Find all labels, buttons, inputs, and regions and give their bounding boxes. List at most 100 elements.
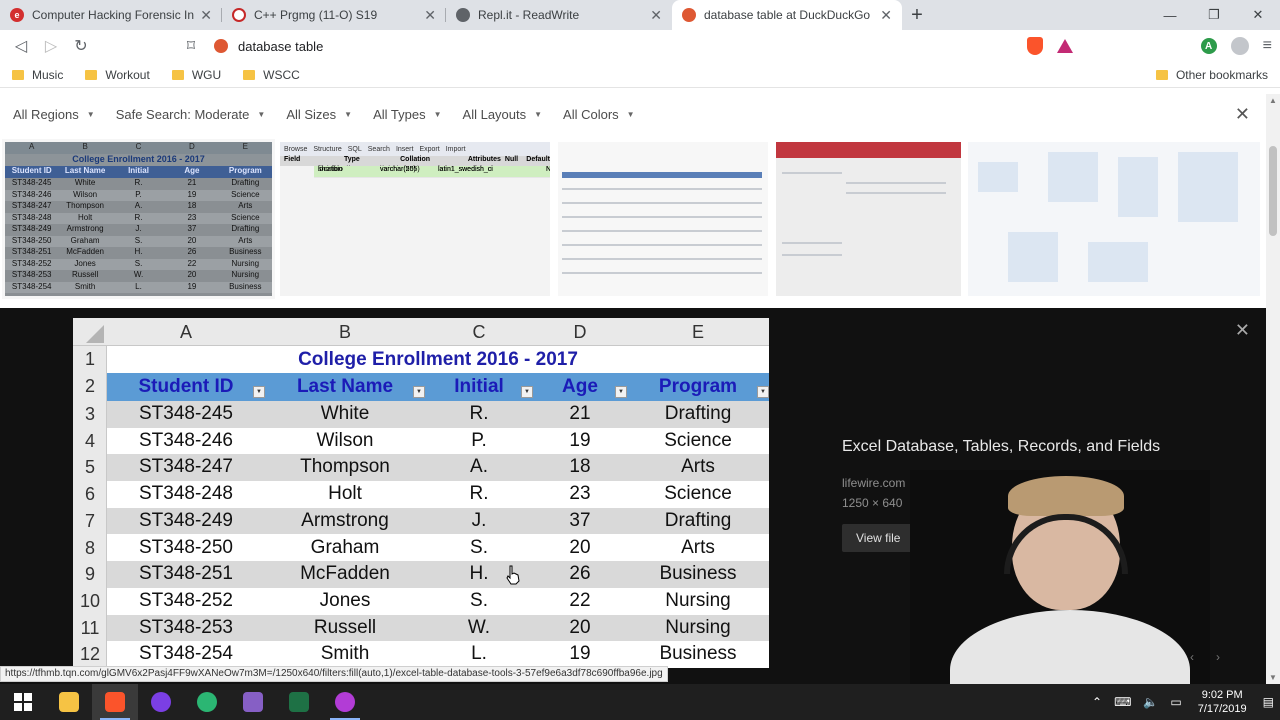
clock[interactable]: 9:02 PM 7/17/2019 xyxy=(1198,688,1247,716)
tray-chevron-icon[interactable]: ⌃ xyxy=(1092,695,1102,709)
filter-types[interactable]: All Types ▼ xyxy=(373,107,441,122)
taskbar-visual-studio[interactable] xyxy=(230,684,276,720)
col-c: C xyxy=(472,322,486,342)
scrollbar-thumb[interactable] xyxy=(1269,146,1277,236)
image-result-3[interactable] xyxy=(558,142,768,296)
excel-icon xyxy=(289,692,309,712)
image-result-5[interactable] xyxy=(968,142,1260,296)
caret-down-icon: ▼ xyxy=(626,109,635,119)
bookmark-label: WSCC xyxy=(263,67,300,82)
close-tab-icon[interactable]: ✕ xyxy=(880,7,892,24)
view-file-button[interactable]: View file xyxy=(842,524,915,552)
account-avatar-icon[interactable] xyxy=(1230,37,1249,55)
caret-down-icon: ▼ xyxy=(433,109,442,119)
image-result-4[interactable] xyxy=(776,142,961,296)
bookmark-wgu[interactable]: WGU xyxy=(171,68,221,82)
image-result-1[interactable]: ABCDE College Enrollment 2016 - 2017 Stu… xyxy=(2,139,275,299)
folder-icon xyxy=(12,69,24,80)
filter-regions[interactable]: All Regions ▼ xyxy=(13,107,95,122)
filter-layouts[interactable]: All Layouts ▼ xyxy=(463,107,543,122)
next-image-icon[interactable]: › xyxy=(1216,650,1220,664)
table-cell: Business xyxy=(659,643,737,665)
close-window-icon[interactable]: ✕ xyxy=(1236,0,1280,30)
taskbar-app-purple[interactable] xyxy=(138,684,184,720)
status-bar-url: https://tfhmb.tqn.com/glGMV6x2Pasj4FF9wX… xyxy=(0,666,668,682)
caret-down-icon: ▼ xyxy=(534,109,543,119)
close-tab-icon[interactable]: ✕ xyxy=(424,7,436,24)
table-row: ST348-251 McFadden H. 26 Business xyxy=(107,561,769,588)
taskbar-excel[interactable] xyxy=(276,684,322,720)
scroll-down-icon[interactable]: ▼ xyxy=(1269,673,1277,682)
brave-shields-icon[interactable] xyxy=(1026,37,1043,55)
taskbar-app-green[interactable] xyxy=(184,684,230,720)
taskbar-brave[interactable] xyxy=(92,684,138,720)
close-tab-icon[interactable]: ✕ xyxy=(200,7,212,24)
bookmark-workout[interactable]: Workout xyxy=(85,68,150,82)
table-cell: White xyxy=(320,403,370,424)
filter-sizes[interactable]: All Sizes ▼ xyxy=(286,107,352,122)
filter-colors[interactable]: All Colors ▼ xyxy=(563,107,635,122)
reload-icon[interactable]: ↻ xyxy=(66,31,96,61)
caret-down-icon: ▼ xyxy=(257,109,266,119)
close-tab-icon[interactable]: ✕ xyxy=(650,7,662,24)
tab-2[interactable]: Repl.it - ReadWrite ✕ xyxy=(446,0,672,30)
tab-strip: e Computer Hacking Forensic Invest ✕ C++… xyxy=(0,0,1280,30)
clock-time: 9:02 PM xyxy=(1201,689,1243,701)
col-e: E xyxy=(691,322,704,342)
image-result-2[interactable]: Browse Structure SQL Search Insert Export Impo… xyxy=(280,142,550,296)
tab-label: database table at DuckDuckGo xyxy=(704,8,871,22)
tab-0[interactable]: e Computer Hacking Forensic Invest ✕ xyxy=(0,0,222,30)
forward-icon[interactable]: ▷ xyxy=(36,31,66,61)
table-cell: A. xyxy=(470,456,488,478)
table-cell: R. xyxy=(469,483,489,505)
row-number: 5 xyxy=(84,457,95,478)
notifications-icon[interactable]: ▤ xyxy=(1263,695,1274,709)
tab-3[interactable]: database table at DuckDuckGo ✕ xyxy=(672,0,902,30)
thumb-row: ST348-253 Russell W. 20 Nursing xyxy=(11,270,260,279)
table-cell: McFadden xyxy=(300,563,390,585)
windows-taskbar: ⌃ ⌨ 🔈 ▭ 9:02 PM 7/17/2019 ▤ xyxy=(0,684,1280,720)
back-icon[interactable]: ◁ xyxy=(6,31,36,61)
page-scrollbar[interactable]: ▲ ▼ xyxy=(1266,94,1280,684)
network-icon[interactable]: ▭ xyxy=(1170,695,1181,709)
browser-toolbar: ◁ ▷ ↻ ⌑ database table A ≡ xyxy=(0,30,1280,62)
bookmark-icon[interactable]: ⌑ xyxy=(176,31,206,61)
table-cell: Drafting xyxy=(664,509,732,531)
volume-icon[interactable]: 🔈 xyxy=(1143,695,1158,709)
bookmark-wscc[interactable]: WSCC xyxy=(243,68,300,82)
menu-icon[interactable]: ≡ xyxy=(1263,37,1272,55)
tab-1[interactable]: C++ Prgmg (11-O) S19 ✕ xyxy=(222,0,446,30)
table-cell: 22 xyxy=(569,589,591,611)
visual-studio-icon xyxy=(243,692,263,712)
start-button[interactable] xyxy=(0,684,46,720)
table-row: ST348-252 Jones S. 22 Nursing xyxy=(107,588,769,615)
profile-a-icon[interactable]: A xyxy=(1200,38,1217,54)
taskbar-file-explorer[interactable] xyxy=(46,684,92,720)
scroll-up-icon[interactable]: ▲ xyxy=(1269,96,1277,105)
thumb-row: ST348-252 Jones S. 22 Nursing xyxy=(5,258,272,270)
thumb-row: ST348-248 Holt R. 23 Science xyxy=(5,212,272,224)
table-cell: ST348-247 xyxy=(138,456,233,478)
preview-image[interactable]: A B C D E 1 2 3 4 5 6 7 8 9 10 11 12 College Enroll… xyxy=(73,318,769,668)
new-tab-button[interactable]: + xyxy=(902,0,932,30)
brave-rewards-icon[interactable] xyxy=(1056,39,1073,53)
table-cell: ST348-253 xyxy=(138,616,233,638)
address-bar[interactable]: database table xyxy=(214,33,1004,59)
filter-safe-search[interactable]: Safe Search: Moderate ▼ xyxy=(116,107,266,122)
thumb-table-header: Field Type Collation Attributes Null Default xyxy=(280,156,550,166)
maximize-icon[interactable]: ❐ xyxy=(1192,0,1236,30)
taskbar-app-pink[interactable] xyxy=(322,684,368,720)
minimize-icon[interactable]: ― xyxy=(1148,0,1192,30)
table-cell: J. xyxy=(471,509,487,531)
row-number: 9 xyxy=(84,564,95,585)
ime-icon[interactable]: ⌨ xyxy=(1114,695,1131,709)
other-bookmarks[interactable]: Other bookmarks xyxy=(1155,62,1268,88)
bookmark-music[interactable]: Music xyxy=(12,68,63,82)
table-cell: 37 xyxy=(569,509,591,531)
table-cell: 26 xyxy=(569,563,591,585)
table-cell: 21 xyxy=(569,403,591,424)
table-cell: Jones xyxy=(319,589,371,611)
close-filters-icon[interactable]: ✕ xyxy=(1235,104,1250,125)
previous-image-icon[interactable]: ‹ xyxy=(1190,650,1194,664)
close-preview-icon[interactable]: ✕ xyxy=(1235,320,1250,341)
